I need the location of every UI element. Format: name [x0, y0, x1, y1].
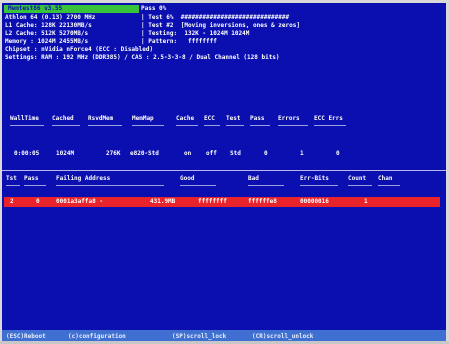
- col-ecc-errs: ECC Errs: [314, 115, 343, 122]
- configuration-hint[interactable]: (c)configuration: [68, 333, 126, 340]
- err-col-good: Good: [180, 175, 195, 182]
- err-col-chan: Chan: [378, 175, 393, 182]
- test-name: | Test #2 [Moving inversions, ones & zer…: [141, 22, 300, 29]
- cpu-info: Athlon 64 (0.13) 2700 MHz: [5, 14, 96, 21]
- errors-value: 1: [300, 150, 304, 157]
- photo-frame: Memtest86 v3.55 Pass 0% Athlon 64 (0.13)…: [0, 0, 449, 344]
- err-bits-value: 00000016: [300, 198, 329, 205]
- col-cache: Cache: [176, 115, 195, 122]
- scroll-lock-hint[interactable]: (SP)scroll_lock: [172, 333, 226, 340]
- col-errors: Errors: [278, 115, 300, 122]
- err-col-count: Count: [348, 175, 367, 182]
- col-cached: Cached: [52, 115, 74, 122]
- err-col-tst: Tst: [6, 175, 17, 182]
- err-good-value: 431.9MB: [150, 198, 176, 205]
- col-memmap: MemMap: [132, 115, 154, 122]
- err-col-failing-address: Failing Address: [56, 175, 111, 182]
- settings-info: Settings: RAM : 192 MHz (DDR385) / CAS :…: [5, 54, 280, 61]
- chipset-info: Chipset : nVidia nForce4 (ECC : Disabled…: [5, 46, 154, 53]
- err-col-bad: Bad: [248, 175, 259, 182]
- test-value: Std: [230, 150, 241, 157]
- pass-value: 0: [264, 150, 268, 157]
- err-count-value: 1: [364, 198, 368, 205]
- walltime-value: 0:00:05: [14, 150, 40, 157]
- cached-value: 1024M: [56, 150, 75, 157]
- col-test: Test: [226, 115, 241, 122]
- memmap-value: e820-Std: [130, 150, 159, 157]
- err-bad-value: ffffffe8: [248, 198, 277, 205]
- err-col-err-bits: Err-Bits: [300, 175, 329, 182]
- err-address-value: 0001a3affa8 -: [56, 198, 103, 205]
- col-ecc: ECC: [204, 115, 215, 122]
- rsvdmem-value: 276K: [106, 150, 121, 157]
- memtest-screen: Memtest86 v3.55 Pass 0% Athlon 64 (0.13)…: [2, 3, 446, 342]
- cache-value: on: [184, 150, 192, 157]
- l1-cache-info: L1 Cache: 128K 22130MB/s: [5, 22, 92, 29]
- err-good-pattern-value: ffffffff: [198, 198, 227, 205]
- pattern: | Pattern: ffffffff: [141, 38, 217, 45]
- testing-range: | Testing: 132K - 1024M 1024M: [141, 30, 250, 37]
- col-walltime: WallTime: [10, 115, 39, 122]
- err-col-pass: Pass: [24, 175, 39, 182]
- col-rsvdmem: RsvdMem: [88, 115, 114, 122]
- scroll-unlock-hint[interactable]: (CR)scroll_unlock: [252, 333, 313, 340]
- title-bar: Memtest86 v3.55: [4, 5, 139, 13]
- err-tst-value: 2: [10, 198, 14, 205]
- divider: [2, 170, 446, 171]
- l2-cache-info: L2 Cache: 512K 5270MB/s: [5, 30, 89, 37]
- test-progress: | Test 6% ##############################: [141, 14, 290, 21]
- col-pass: Pass: [250, 115, 265, 122]
- memory-info: Memory : 1024M 2455MB/s: [5, 38, 89, 45]
- pass-percent: Pass 0%: [141, 5, 167, 12]
- ecc-errs-value: 0: [336, 150, 340, 157]
- reboot-hint[interactable]: (ESC)Reboot: [6, 333, 46, 340]
- ecc-value: off: [206, 150, 217, 157]
- err-pass-value: 0: [36, 198, 40, 205]
